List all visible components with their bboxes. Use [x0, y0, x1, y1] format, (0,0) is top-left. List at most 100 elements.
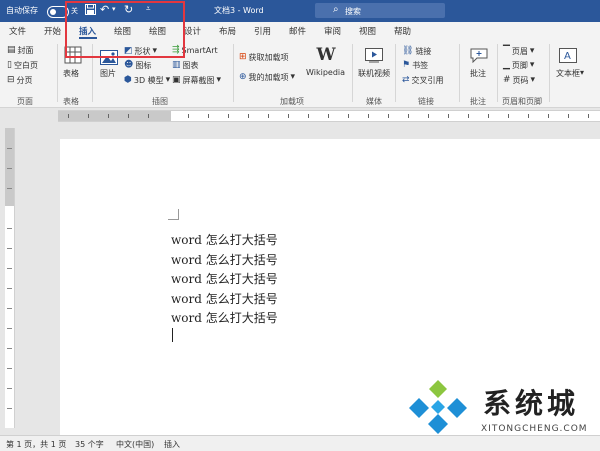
- tab-draw[interactable]: 绘图: [114, 25, 131, 37]
- cover-page-button[interactable]: ▤ 封面: [7, 45, 34, 56]
- 3d-model-button[interactable]: ⬢ 3D 模型 ▾: [124, 75, 170, 86]
- search-placeholder: 搜索: [345, 7, 361, 16]
- link-button[interactable]: ⛓ 链接: [402, 46, 431, 57]
- document-line[interactable]: word 怎么打大括号: [171, 270, 278, 287]
- comment-icon[interactable]: [469, 46, 489, 64]
- cube-icon: ⬢: [124, 75, 132, 85]
- page-break-button[interactable]: ⊟ 分页: [7, 75, 33, 86]
- icons-button[interactable]: ☻ 图标: [124, 60, 151, 71]
- chevron-down-icon[interactable]: ▾: [112, 5, 116, 13]
- language-status[interactable]: 中文(中国): [116, 439, 154, 450]
- chart-button[interactable]: ▥ 图表: [172, 60, 199, 71]
- cover-page-icon: ▤: [7, 45, 16, 55]
- blank-page-label: 空白页: [13, 61, 38, 70]
- table-button-label[interactable]: 表格: [63, 68, 79, 79]
- ruler-tick: [548, 114, 549, 118]
- tab-help[interactable]: 帮助: [394, 25, 411, 37]
- comment-button-label[interactable]: 批注: [470, 68, 486, 79]
- divider: [459, 44, 460, 102]
- shapes-button[interactable]: ◩ 形状 ▾: [124, 46, 157, 57]
- text-box-label[interactable]: 文本框: [556, 68, 580, 79]
- chevron-down-icon: ▾: [529, 46, 535, 56]
- ruler-margin: [58, 111, 171, 121]
- text-box-icon[interactable]: A: [558, 46, 578, 64]
- document-line[interactable]: word 怎么打大括号: [171, 290, 278, 307]
- group-label-pages: 页面: [17, 97, 33, 106]
- tab-layout[interactable]: 布局: [219, 25, 236, 37]
- wikipedia-icon[interactable]: W: [316, 45, 336, 65]
- document-line[interactable]: word 怎么打大括号: [171, 251, 278, 268]
- ruler-tick: [228, 114, 229, 118]
- title-bar: 自动保存 关 ↶ ▾ ↻ ⩡ 文档3 - Word ⌕ 搜索: [0, 0, 600, 22]
- customize-icon[interactable]: ⩡: [146, 4, 151, 14]
- ruler-tick: [7, 388, 12, 389]
- my-addins-button[interactable]: ⊕ 我的加载项 ▾: [239, 72, 295, 83]
- group-label-illustrations: 插图: [152, 97, 168, 106]
- document-line[interactable]: word 怎么打大括号: [171, 231, 278, 248]
- ribbon: ▤ 封面 ▯ 空白页 ⊟ 分页 页面 表格 表格 图片 ◩ 形状 ▾ ☻ 图标 ⬢ 3D 模型…: [0, 40, 600, 108]
- ruler-tick: [68, 114, 69, 118]
- cross-reference-button[interactable]: ⇄ 交叉引用: [402, 75, 444, 86]
- bookmark-label: 书签: [412, 61, 429, 70]
- ruler-tick: [7, 168, 12, 169]
- tab-view[interactable]: 视图: [359, 25, 376, 37]
- wikipedia-button-label[interactable]: Wikipedia: [306, 68, 345, 77]
- tab-file[interactable]: 文件: [9, 25, 26, 37]
- online-video-label[interactable]: 联机视频: [358, 68, 390, 79]
- chevron-down-icon: ▾: [216, 75, 222, 85]
- tab-home[interactable]: 开始: [44, 25, 61, 37]
- smartart-button[interactable]: ⇶ SmartArt: [172, 45, 218, 56]
- chevron-down-icon[interactable]: ▾: [580, 68, 584, 77]
- picture-button-label[interactable]: 图片: [100, 68, 116, 79]
- group-label-addins: 加载项: [280, 97, 304, 106]
- ruler-tick: [428, 114, 429, 118]
- blank-page-button[interactable]: ▯ 空白页: [7, 60, 38, 71]
- vertical-ruler[interactable]: [5, 128, 15, 428]
- search-box[interactable]: ⌕ 搜索: [315, 3, 445, 18]
- tab-mailings[interactable]: 邮件: [289, 25, 306, 37]
- tab-insert[interactable]: 插入: [79, 25, 96, 37]
- screenshot-button[interactable]: ▣ 屏幕截图 ▾: [172, 75, 221, 86]
- word-count[interactable]: 35 个字: [75, 439, 104, 450]
- divider: [395, 44, 396, 102]
- tab-design[interactable]: 设计: [184, 25, 201, 37]
- page-break-label: 分页: [16, 76, 33, 85]
- shapes-icon: ◩: [124, 46, 133, 56]
- undo-icon[interactable]: ↶: [100, 3, 109, 16]
- ruler-tick: [7, 328, 12, 329]
- redo-icon[interactable]: ↻: [124, 3, 133, 16]
- ruler-tick: [7, 248, 12, 249]
- divider: [352, 44, 353, 102]
- group-label-tables: 表格: [63, 97, 79, 106]
- footer-button[interactable]: ▁ 页脚 ▾: [503, 60, 534, 71]
- get-addins-button[interactable]: ⊞ 获取加载项: [239, 52, 289, 63]
- header-button[interactable]: ▔ 页眉 ▾: [503, 46, 534, 57]
- search-icon: ⌕: [333, 4, 339, 15]
- ruler-tick: [268, 114, 269, 118]
- bookmark-button[interactable]: ⚑ 书签: [402, 60, 428, 71]
- online-video-icon[interactable]: [364, 46, 384, 64]
- save-icon[interactable]: [85, 4, 96, 18]
- screenshot-label: 屏幕截图: [182, 76, 215, 85]
- insert-mode[interactable]: 插入: [164, 439, 180, 450]
- ruler-tick: [368, 114, 369, 118]
- blank-page-icon: ▯: [7, 60, 12, 70]
- smartart-label: SmartArt: [181, 46, 218, 55]
- get-addins-label: 获取加载项: [248, 53, 289, 62]
- page-number-button[interactable]: # 页码 ▾: [503, 75, 535, 86]
- ruler-tick: [408, 114, 409, 118]
- tab-design-draw[interactable]: 绘图: [149, 25, 166, 37]
- page-count[interactable]: 第 1 页，共 1 页: [6, 439, 66, 450]
- tab-review[interactable]: 审阅: [324, 25, 341, 37]
- table-icon[interactable]: [63, 45, 83, 65]
- ruler-tick: [7, 308, 12, 309]
- smartart-icon: ⇶: [172, 45, 180, 55]
- document-line[interactable]: word 怎么打大括号: [171, 309, 278, 326]
- my-addins-label: 我的加载项: [248, 73, 289, 82]
- horizontal-ruler[interactable]: [58, 110, 600, 122]
- ruler-tick: [248, 114, 249, 118]
- chevron-down-icon: ▾: [530, 75, 536, 85]
- autosave-toggle[interactable]: [47, 6, 69, 18]
- picture-icon[interactable]: [99, 48, 119, 66]
- tab-references[interactable]: 引用: [254, 25, 271, 37]
